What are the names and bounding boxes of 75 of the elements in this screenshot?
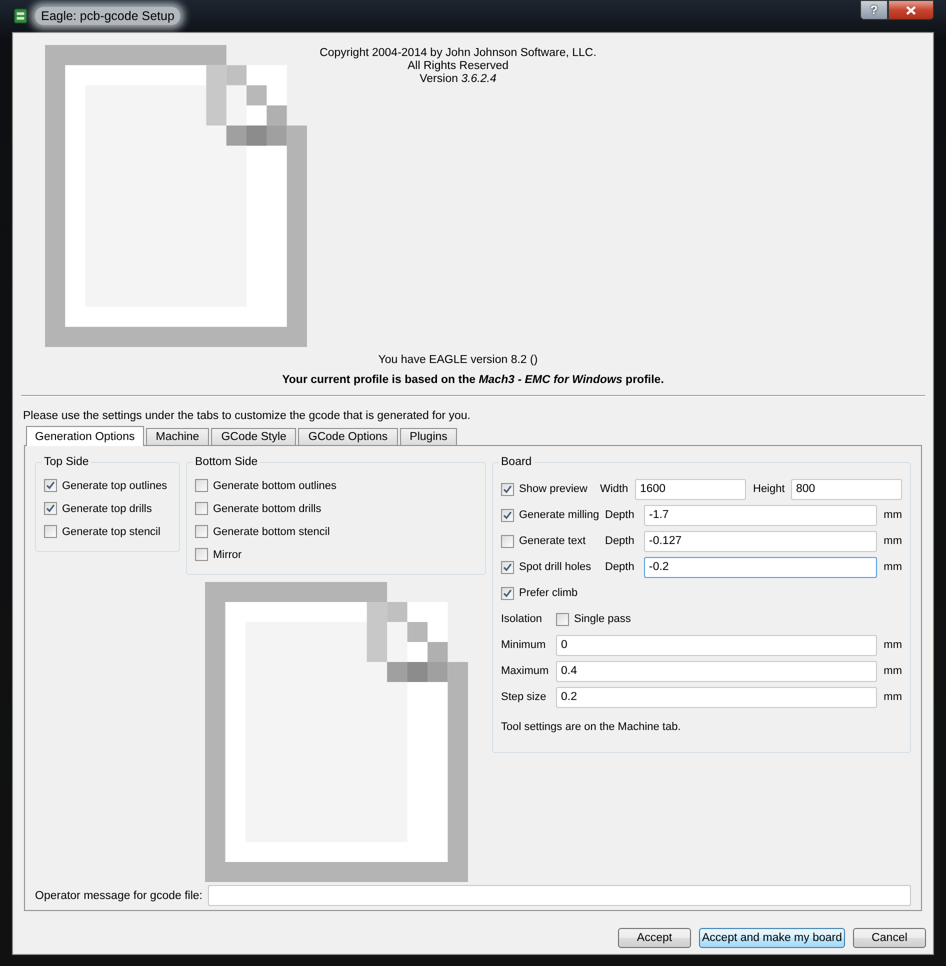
rights-text: All Rights Reserved [408, 60, 508, 73]
field-label: Width [600, 483, 630, 495]
broken-image-icon [45, 45, 307, 347]
checkbox-label: Generate bottom outlines [213, 480, 337, 492]
tab[interactable]: Machine [146, 428, 210, 445]
checkbox-label: Generate bottom stencil [213, 526, 330, 538]
checkbox[interactable] [195, 479, 208, 492]
unit-label: mm [882, 639, 902, 651]
group-title: Top Side [43, 456, 90, 468]
broken-image-icon [205, 582, 468, 882]
checkbox-label: Prefer climb [519, 587, 578, 599]
unit-label: mm [882, 561, 902, 573]
input-field[interactable]: 0 [556, 634, 877, 656]
field-label: Height [753, 483, 786, 495]
checkbox[interactable] [501, 508, 514, 522]
unit-label: mm [882, 535, 902, 547]
checkbox-label: Generate milling [519, 509, 600, 521]
checkbox[interactable] [501, 482, 514, 496]
checkbox-label: Mirror [213, 548, 242, 560]
tab[interactable]: GCode Style [211, 428, 296, 445]
checkbox[interactable] [501, 534, 514, 548]
field-label: Depth [605, 561, 636, 573]
dialog-button[interactable]: Accept [618, 928, 691, 948]
field-label: Step size [501, 691, 548, 703]
input-field[interactable] [208, 885, 911, 906]
tab[interactable]: Plugins [400, 428, 458, 445]
checkbox-label: Generate top drills [62, 502, 152, 514]
input-field[interactable]: -1.7 [644, 504, 877, 526]
unit-label: mm [882, 665, 902, 677]
close-icon [906, 6, 916, 14]
tab[interactable]: GCode Options [298, 428, 398, 445]
version-text: Version 3.6.2.4 [420, 73, 496, 86]
window-title: Eagle: pcb-gcode Setup [35, 7, 180, 25]
checkbox-label: Generate top stencil [62, 526, 160, 538]
checkbox[interactable] [556, 612, 569, 626]
checkbox[interactable] [501, 560, 514, 574]
field-label: Minimum [501, 639, 547, 651]
group-title: Board [500, 456, 533, 468]
field-label: Depth [605, 509, 636, 521]
dialog-button[interactable]: Cancel [853, 928, 926, 948]
dialog-button[interactable]: Accept and make my board [699, 928, 845, 948]
profile-text: Your current profile is based on the Mach3 - EMC for Windows profile. [282, 373, 664, 387]
checkbox[interactable] [195, 502, 208, 515]
note-text: Tool settings are on the Machine tab. [501, 721, 681, 733]
eagle-version-text: You have EAGLE version 8.2 () [378, 353, 538, 367]
field-label: Isolation [501, 613, 543, 625]
checkbox-label: Single pass [574, 613, 631, 625]
checkbox-label: Spot drill holes [519, 561, 592, 573]
input-field[interactable]: 1600 [635, 478, 746, 500]
checkbox[interactable] [501, 586, 514, 600]
input-field[interactable]: -0.2 [644, 556, 877, 578]
group-title: Bottom Side [194, 456, 259, 468]
checkbox-label: Generate top outlines [62, 480, 168, 492]
app-icon [14, 8, 27, 24]
unit-label: mm [882, 509, 902, 521]
field-label: Depth [605, 535, 636, 547]
field-label: Maximum [501, 665, 550, 677]
instructions-text: Please use the settings under the tabs to customize the gcode that is generated for you. [23, 409, 472, 423]
close-button[interactable] [888, 0, 934, 20]
checkbox[interactable] [195, 525, 208, 538]
checkbox[interactable] [44, 502, 57, 515]
checkbox[interactable] [44, 479, 57, 492]
checkbox[interactable] [195, 548, 208, 561]
checkbox[interactable] [44, 525, 57, 538]
copyright-text: Copyright 2004-2014 by John Johnson Software, LLC. [320, 47, 596, 60]
input-field[interactable]: 0.4 [556, 660, 877, 682]
input-field[interactable]: 800 [791, 478, 902, 500]
tab[interactable]: Generation Options [26, 426, 144, 446]
input-field[interactable]: -0.127 [644, 530, 877, 552]
input-field[interactable]: 0.2 [556, 686, 877, 708]
checkbox-label: Generate bottom drills [213, 502, 322, 514]
unit-label: mm [882, 691, 902, 703]
field-label: Operator message for gcode file: [35, 890, 202, 902]
checkbox-label: Generate text [519, 535, 586, 547]
checkbox-label: Show preview [519, 483, 588, 495]
